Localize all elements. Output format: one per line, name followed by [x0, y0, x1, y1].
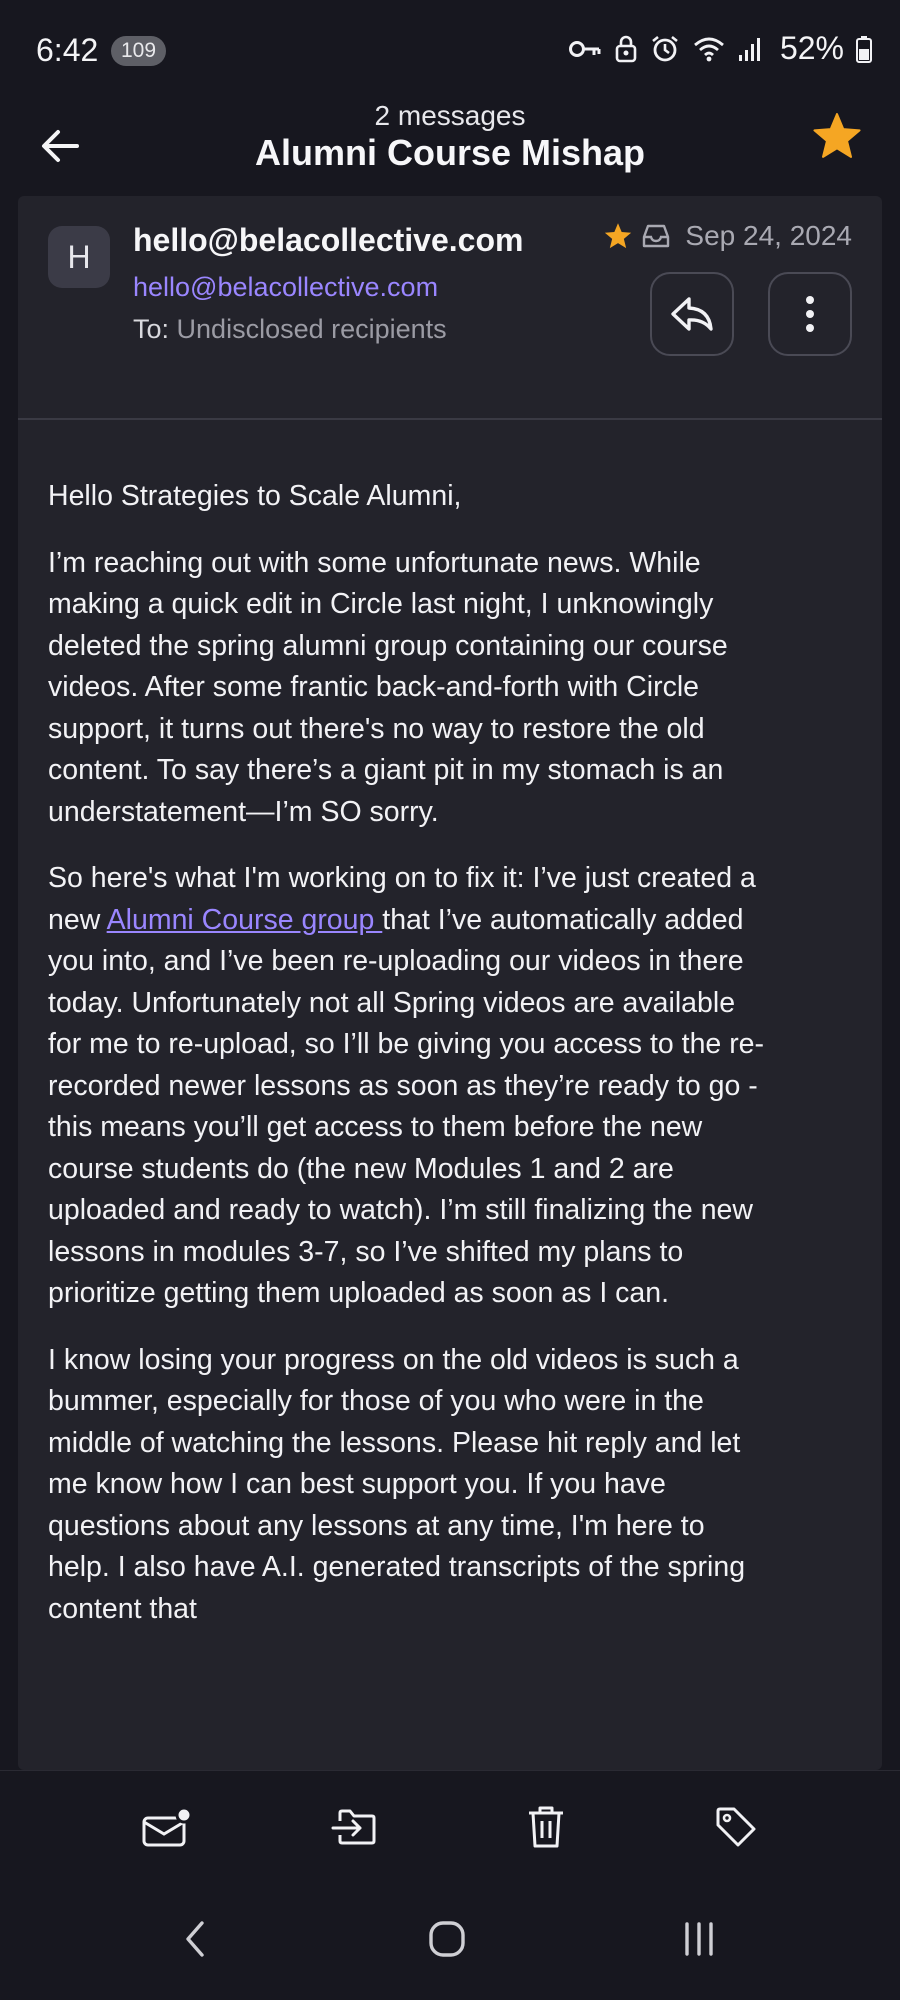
header-divider — [18, 418, 882, 420]
mark-unread-button[interactable] — [136, 1797, 196, 1857]
label-icon — [716, 1807, 756, 1847]
recents-nav-icon — [685, 1922, 713, 1956]
inbox-icon — [643, 224, 670, 248]
battery-percent: 52% — [779, 30, 844, 66]
bottom-toolbar — [0, 1770, 900, 1881]
status-time: 6:42 — [36, 32, 99, 68]
reply-button[interactable] — [650, 272, 734, 356]
back-nav-icon — [186, 1921, 204, 1957]
system-nav-bar — [0, 1880, 900, 2000]
alumni-course-group-link[interactable]: Alumni Course group — [107, 904, 383, 936]
alarm-icon — [652, 35, 678, 61]
greeting: Hello Strategies to Scale Alumni, — [48, 480, 462, 512]
sender-email[interactable]: hello@belacollective.com — [133, 272, 438, 303]
to-label: To: — [133, 314, 170, 344]
nav-back-button[interactable] — [160, 1904, 230, 1974]
status-icons: 52% — [568, 30, 872, 67]
sender-header[interactable]: H hello@belacollective.com hello@belacol… — [18, 196, 882, 420]
battery-icon — [856, 35, 872, 63]
home-nav-icon — [429, 1921, 465, 1957]
email-date: Sep 24, 2024 — [685, 220, 852, 251]
more-vertical-icon — [806, 296, 814, 332]
move-to-folder-button[interactable] — [324, 1797, 384, 1857]
email-card: H hello@belacollective.com hello@belacol… — [18, 196, 882, 1770]
thread-title: Alumni Course Mishap — [254, 132, 646, 173]
reply-icon — [671, 297, 713, 331]
star-icon[interactable] — [603, 222, 633, 250]
delete-icon — [529, 1806, 563, 1848]
recipients: To: Undisclosed recipients — [133, 314, 447, 345]
star-icon — [813, 113, 861, 158]
notification-count-badge: 109 — [111, 36, 167, 66]
more-options-button[interactable] — [768, 272, 852, 356]
sender-name: hello@belacollective.com — [133, 222, 524, 258]
move-to-folder-icon — [331, 1809, 376, 1845]
vpn-key-icon — [568, 40, 601, 57]
nav-recents-button[interactable] — [664, 1904, 734, 1974]
to-value: Undisclosed recipients — [176, 314, 447, 344]
body-paragraph: I know losing your progress on the old v… — [48, 1343, 746, 1625]
wifi-icon — [694, 37, 724, 61]
status-bar: 6:42 109 52% — [0, 0, 900, 100]
message-count: 2 messages — [374, 100, 526, 131]
lock-icon — [615, 35, 637, 62]
email-meta: Sep 24, 2024 — [603, 220, 852, 252]
label-button[interactable] — [706, 1797, 766, 1857]
body-text: that I’ve automatically added you into, … — [48, 903, 765, 1310]
body-paragraph: I’m reaching out with some unfortunate n… — [48, 546, 728, 828]
avatar: H — [48, 226, 110, 288]
app-header: 2 messages Alumni Course Mishap — [0, 100, 900, 196]
nav-home-button[interactable] — [412, 1904, 482, 1974]
star-thread-button[interactable] — [812, 112, 872, 172]
delete-button[interactable] — [516, 1797, 576, 1857]
body-paragraph: So here's what I'm working on to fix it:… — [48, 858, 768, 1315]
signal-icon — [738, 37, 760, 61]
email-body: Hello Strategies to Scale Alumni, I’m re… — [48, 476, 768, 1655]
mark-unread-icon — [142, 1806, 192, 1847]
